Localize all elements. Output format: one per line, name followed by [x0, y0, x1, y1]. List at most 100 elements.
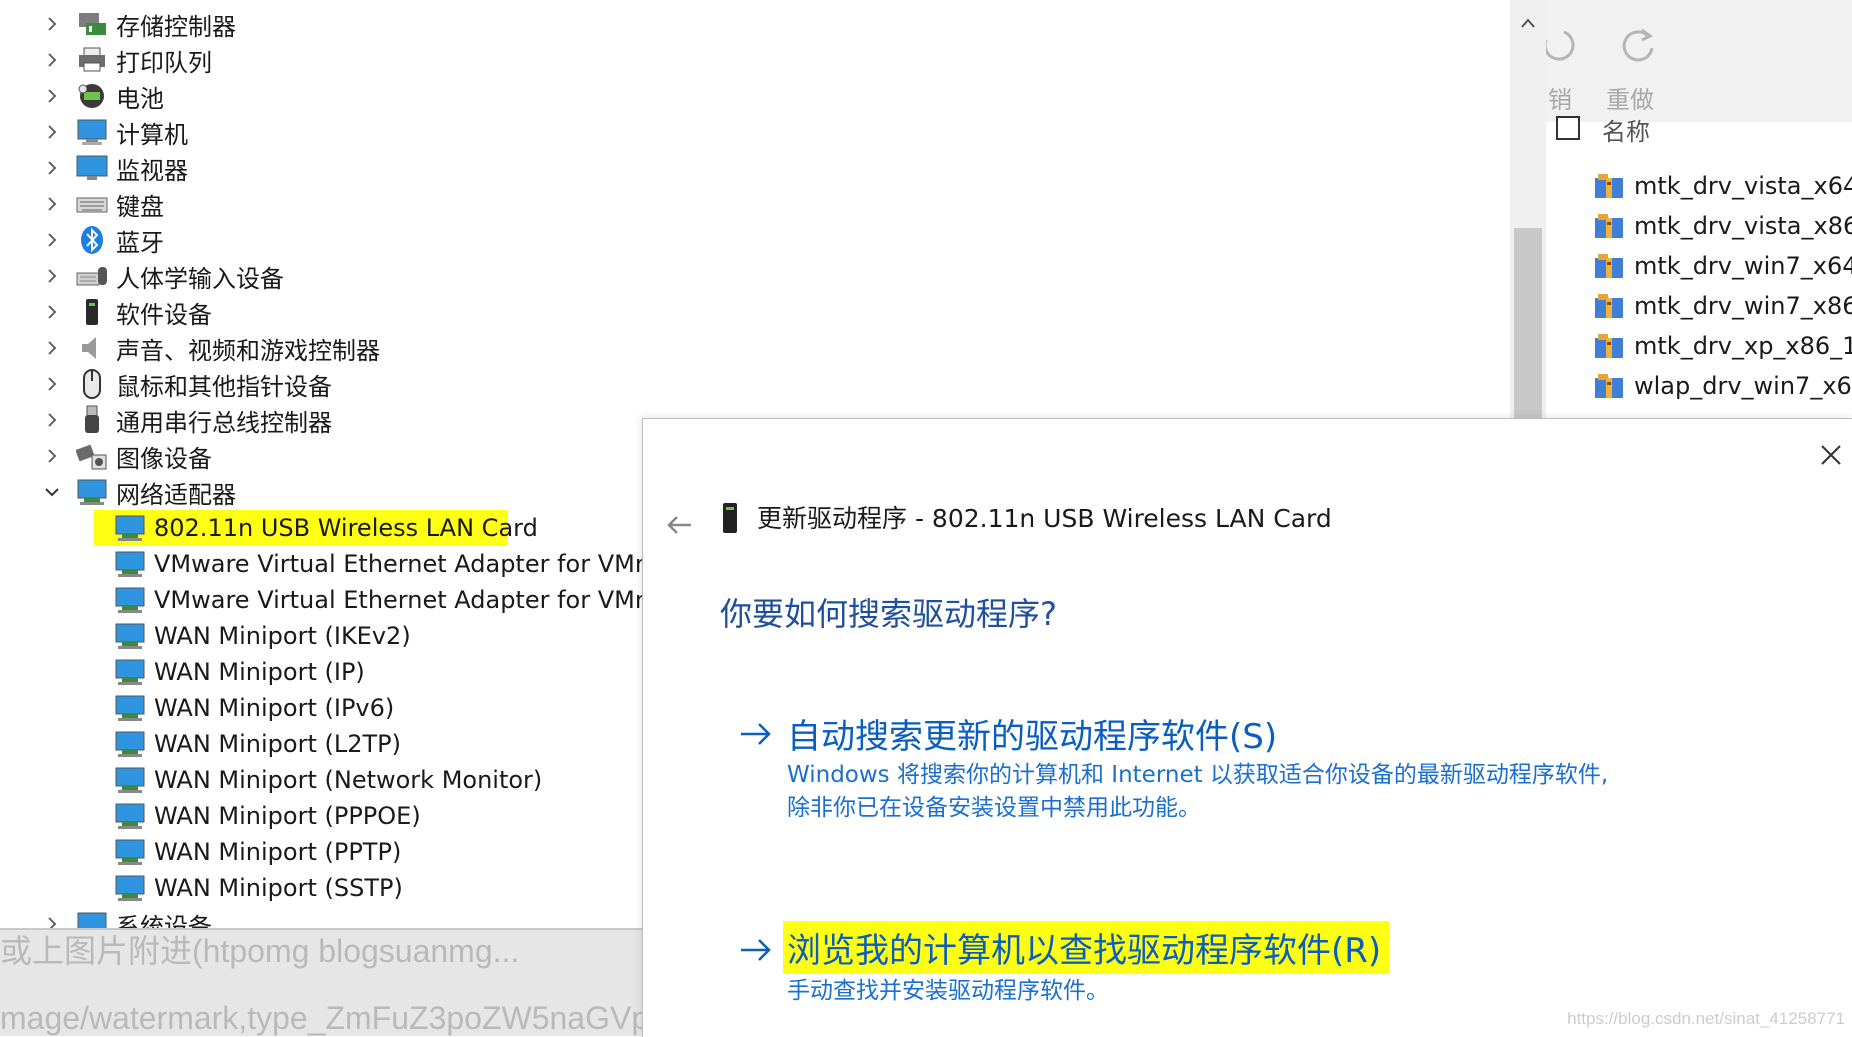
network-adapter-label: WAN Miniport (SSTP) — [154, 874, 403, 902]
tree-item-label: 存储控制器 — [116, 12, 236, 41]
browse-computer-desc: 手动查找并安装驱动程序软件。 — [787, 978, 1109, 1004]
chevron-down-icon[interactable] — [42, 474, 62, 510]
chevron-right-icon[interactable] — [42, 186, 62, 222]
auto-search-title[interactable]: 自动搜索更新的驱动程序软件(S) — [787, 709, 1277, 758]
tree-item-batteries[interactable]: 电池 — [0, 78, 1500, 114]
network-adapter-icon — [115, 623, 145, 649]
chevron-right-icon[interactable] — [42, 906, 62, 930]
chevron-right-icon[interactable] — [42, 114, 62, 150]
network-adapter-icon — [115, 839, 145, 865]
network-adapter-icon — [115, 803, 145, 829]
device-icon — [723, 503, 737, 533]
chevron-right-icon[interactable] — [42, 78, 62, 114]
tree-item-bluetooth[interactable]: 蓝牙 — [0, 222, 1500, 258]
network-adapter-icon — [115, 875, 145, 901]
close-button[interactable] — [1813, 437, 1849, 473]
chevron-right-icon[interactable] — [42, 42, 62, 78]
printer-icon — [79, 47, 105, 72]
zip-archive-icon — [1595, 294, 1623, 318]
chevron-right-icon[interactable] — [42, 6, 62, 42]
network-adapter-label: WAN Miniport (IPv6) — [154, 694, 395, 722]
file-list-item[interactable]: mtk_drv_win7_x64_1 — [1594, 246, 1852, 286]
monitor-icon — [76, 155, 108, 180]
undo-icon — [1546, 30, 1575, 61]
file-list-item[interactable]: mtk_drv_xp_x86_10 — [1594, 326, 1852, 366]
tree-item-label: 图像设备 — [116, 444, 212, 473]
file-list-item[interactable]: mtk_drv_win7_x86_1 — [1594, 286, 1852, 326]
network-adapter-icon — [115, 515, 145, 541]
file-explorer-pane: 销 重做 名称 mtk_drv_vista_x64_1 mtk_drv_vista… — [1546, 0, 1852, 420]
page-watermark: https://blog.csdn.net/sinat_41258771 — [1567, 1009, 1845, 1028]
zip-archive-icon — [1595, 334, 1623, 358]
network-adapter-label: WAN Miniport (IP) — [154, 658, 365, 686]
tree-item-print-queues[interactable]: 打印队列 — [0, 42, 1500, 78]
system-device-icon — [77, 912, 107, 930]
chevron-right-icon[interactable] — [42, 366, 62, 402]
tree-item-software-devices[interactable]: 软件设备 — [0, 294, 1500, 330]
update-driver-dialog: 更新驱动程序 - 802.11n USB Wireless LAN Card 你… — [642, 418, 1852, 1037]
file-name: mtk_drv_xp_x86_10 — [1634, 332, 1852, 360]
tree-item-label: 计算机 — [116, 120, 188, 149]
watermark-text: 或上图片附进(htpomg blogsuanmg... — [0, 933, 520, 969]
browse-computer-title[interactable]: 浏览我的计算机以查找驱动程序软件(R) — [783, 921, 1390, 974]
network-adapter-label: WAN Miniport (IKEv2) — [154, 622, 411, 650]
select-all-checkbox[interactable] — [1556, 116, 1580, 140]
chevron-right-icon[interactable] — [42, 222, 62, 258]
zip-archive-icon — [1595, 214, 1623, 238]
tree-item-label: 鼠标和其他指针设备 — [116, 372, 332, 401]
network-adapter-icon — [115, 767, 145, 793]
file-name: mtk_drv_win7_x64_1 — [1634, 252, 1852, 280]
column-header: 名称 — [1546, 108, 1852, 148]
tree-item-computer[interactable]: 计算机 — [0, 114, 1500, 150]
network-adapter-icon — [115, 659, 145, 685]
close-icon — [1821, 445, 1841, 465]
tree-item-label: 打印队列 — [116, 48, 212, 77]
tree-item-label: 通用串行总线控制器 — [116, 408, 332, 437]
watermark-text: mage/watermark,type_ZmFuZ3poZW5naGVp — [0, 1000, 650, 1036]
file-list-item[interactable]: wlap_drv_win7_x64_ — [1594, 366, 1852, 406]
network-adapter-icon — [77, 479, 107, 505]
auto-search-desc-line1: Windows 将搜索你的计算机和 Internet 以获取适合你设备的最新驱动… — [787, 762, 1609, 788]
zip-archive-icon — [1595, 174, 1623, 198]
tree-item-label: 电池 — [116, 84, 164, 113]
file-list-item[interactable]: mtk_drv_vista_x64_1 — [1594, 166, 1852, 206]
tree-item-hid[interactable]: 人体学输入设备 — [0, 258, 1500, 294]
dialog-title: 更新驱动程序 - 802.11n USB Wireless LAN Card — [757, 504, 1332, 533]
tree-item-label: 声音、视频和游戏控制器 — [116, 336, 380, 365]
file-name: wlap_drv_win7_x64_ — [1634, 372, 1852, 400]
hid-icon — [76, 267, 107, 286]
tree-item-keyboards[interactable]: 键盘 — [0, 186, 1500, 222]
network-adapter-label: WAN Miniport (PPTP) — [154, 838, 402, 866]
file-name: mtk_drv_win7_x86_1 — [1634, 292, 1852, 320]
tree-item-storage-controllers[interactable]: 存储控制器 — [0, 6, 1500, 42]
network-adapter-icon — [115, 587, 145, 613]
back-arrow-icon[interactable] — [663, 509, 695, 541]
chevron-right-icon[interactable] — [42, 438, 62, 474]
chevron-right-icon[interactable] — [42, 330, 62, 366]
scroll-up-icon[interactable] — [1514, 8, 1542, 38]
tree-item-label: 网络适配器 — [116, 480, 236, 509]
file-name: mtk_drv_vista_x86_1 — [1634, 212, 1852, 240]
tree-item-label: 键盘 — [116, 192, 164, 221]
network-adapter-icon — [115, 695, 145, 721]
column-name-label[interactable]: 名称 — [1602, 112, 1650, 147]
file-list-item[interactable]: mtk_drv_vista_x86_1 — [1594, 206, 1852, 246]
usb-icon — [85, 405, 99, 433]
chevron-right-icon[interactable] — [42, 294, 62, 330]
arrow-right-icon — [741, 939, 771, 961]
zip-archive-icon — [1595, 254, 1623, 278]
tree-item-label: 软件设备 — [116, 300, 212, 329]
tree-item-label: 监视器 — [116, 156, 188, 185]
tree-item-sound-video-game[interactable]: 声音、视频和游戏控制器 — [0, 330, 1500, 366]
chevron-right-icon[interactable] — [42, 258, 62, 294]
redo-icon — [1622, 28, 1654, 62]
tree-item-monitors[interactable]: 监视器 — [0, 150, 1500, 186]
arrow-right-icon — [741, 723, 771, 745]
chevron-right-icon[interactable] — [42, 150, 62, 186]
network-adapter-label: WAN Miniport (PPPOE) — [154, 802, 421, 830]
speaker-icon — [82, 337, 96, 359]
chevron-right-icon[interactable] — [42, 402, 62, 438]
bluetooth-icon — [81, 226, 103, 254]
battery-icon — [78, 84, 104, 108]
tree-item-mice[interactable]: 鼠标和其他指针设备 — [0, 366, 1500, 402]
